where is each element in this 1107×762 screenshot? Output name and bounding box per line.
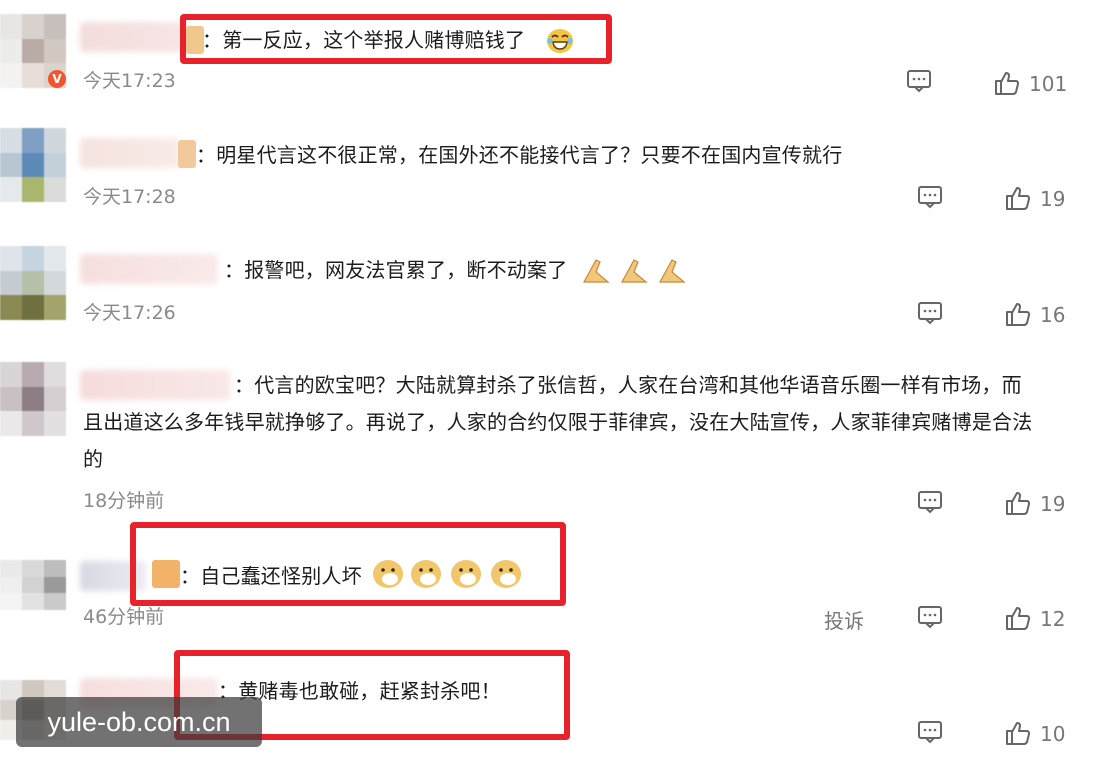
like-count: 19 bbox=[1040, 187, 1066, 211]
verified-badge: V bbox=[48, 70, 66, 88]
red-highlight-box bbox=[130, 522, 566, 606]
timestamp: 今天17:26 bbox=[83, 302, 176, 324]
avatar[interactable] bbox=[0, 560, 66, 610]
username-blurred[interactable] bbox=[80, 254, 218, 284]
red-highlight-box bbox=[180, 14, 612, 64]
like-count: 10 bbox=[1040, 722, 1066, 746]
timestamp: 今天17:23 bbox=[83, 70, 176, 92]
comment-text: ：报警吧，网友法官累了，断不动案了 bbox=[224, 258, 568, 282]
thumbs-up-icon[interactable] bbox=[1005, 301, 1031, 327]
reply-icon[interactable] bbox=[917, 184, 943, 210]
avatar[interactable] bbox=[0, 246, 66, 320]
comment-text: ：明星代言这不很正常，在国外还不能接代言了？只要不在国内宣传就行 bbox=[196, 143, 843, 167]
thumbs-up-icon[interactable] bbox=[1005, 720, 1031, 746]
thumbs-up-icon[interactable] bbox=[994, 70, 1020, 96]
timestamp: 18分钟前 bbox=[83, 490, 165, 512]
comment-text-line1: ：代言的欧宝吧？大陆就算封杀了张信哲，人家在台湾和其他华语音乐圈一样有市场，而 bbox=[234, 373, 1022, 397]
like-count: 12 bbox=[1040, 607, 1066, 631]
reply-icon[interactable] bbox=[906, 68, 932, 94]
reply-icon[interactable] bbox=[917, 300, 943, 326]
username-blurred[interactable] bbox=[80, 370, 230, 400]
watermark: yule-ob.com.cn bbox=[16, 697, 262, 747]
reply-icon[interactable] bbox=[917, 604, 943, 630]
timestamp: 今天17:28 bbox=[83, 186, 176, 208]
avatar[interactable] bbox=[0, 362, 66, 436]
username-blurred[interactable] bbox=[80, 22, 190, 52]
thumbs-up-icon[interactable] bbox=[1005, 490, 1031, 516]
username-avatar-chip bbox=[178, 140, 196, 168]
report-link[interactable]: 投诉 bbox=[824, 605, 864, 634]
like-count: 16 bbox=[1040, 303, 1066, 327]
reply-icon[interactable] bbox=[917, 719, 943, 745]
like-count: 19 bbox=[1040, 492, 1066, 516]
reply-icon[interactable] bbox=[917, 489, 943, 515]
username-blurred[interactable] bbox=[80, 138, 180, 168]
thumbs-up-icon[interactable] bbox=[1005, 185, 1031, 211]
comment-text-line2: 且出道这么多年钱早就挣够了。再说了，人家的合约仅限于菲律宾，没在大陆宣传，人家菲… bbox=[83, 410, 1033, 434]
timestamp: 46分钟前 bbox=[83, 606, 165, 628]
avatar[interactable] bbox=[0, 128, 66, 202]
thumbs-up-icon[interactable] bbox=[1005, 605, 1031, 631]
folded-hands-emoji bbox=[582, 259, 686, 283]
like-count: 101 bbox=[1029, 72, 1068, 96]
comment-text-line3: 的 bbox=[83, 447, 104, 471]
